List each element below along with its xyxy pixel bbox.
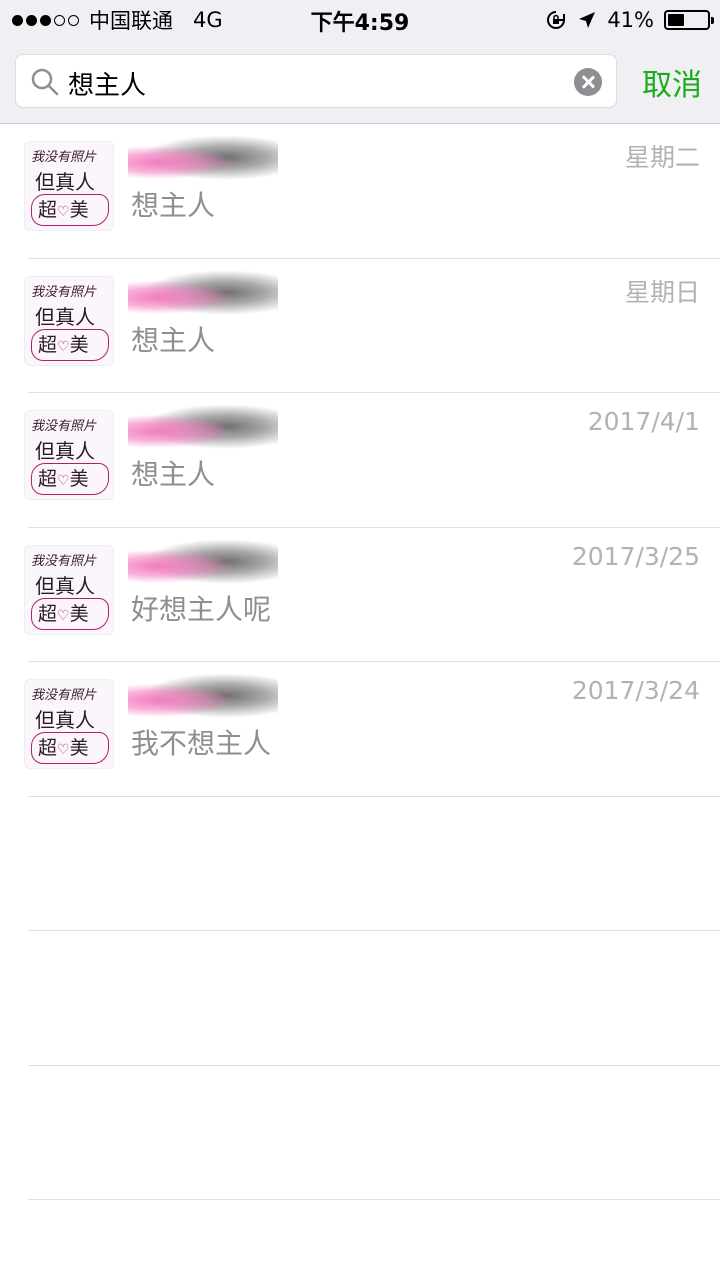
status-left: 中国联通 4G	[12, 6, 223, 34]
status-right: 41%	[545, 6, 714, 34]
result-row[interactable]: 我没有照片 但真人 超♡美 想主人 星期二	[0, 124, 720, 259]
message-date: 2017/3/25	[571, 541, 700, 571]
empty-list-row	[0, 931, 720, 1066]
search-input[interactable]: 想主人	[15, 54, 617, 108]
result-row[interactable]: 我没有照片 但真人 超♡美 好想主人呢 2017/3/25	[0, 528, 720, 662]
redacted-contact-name	[128, 136, 278, 184]
redacted-contact-name	[128, 405, 278, 453]
message-snippet: 我不想主人	[131, 727, 272, 760]
cancel-button[interactable]: 取消	[642, 60, 702, 104]
redacted-contact-name	[128, 270, 278, 319]
avatar: 我没有照片 但真人 超♡美	[24, 410, 114, 500]
redacted-contact-name	[128, 674, 278, 722]
avatar: 我没有照片 但真人 超♡美	[24, 544, 114, 635]
row-divider	[28, 1199, 720, 1200]
location-arrow-icon	[579, 12, 596, 28]
avatar: 我没有照片 但真人 超♡美	[24, 141, 114, 231]
clear-search-button[interactable]	[574, 68, 602, 96]
battery-icon	[664, 10, 714, 30]
message-date: 2017/3/24	[571, 676, 700, 705]
status-bar: 中国联通 4G 下午4:59 41%	[0, 0, 720, 40]
message-snippet: 想主人	[131, 323, 216, 357]
rotation-lock-icon	[547, 11, 566, 29]
message-snippet: 好想主人呢	[131, 592, 272, 626]
carrier-name: 中国联通	[89, 9, 173, 33]
message-date: 星期日	[624, 277, 700, 307]
search-header: 想主人 取消	[0, 40, 720, 124]
results-list: 我没有照片 但真人 超♡美 想主人 星期二 我没有照片 但真人 超♡美 想主人 …	[0, 124, 720, 1200]
redacted-contact-name	[128, 539, 278, 588]
result-row[interactable]: 我没有照片 但真人 超♡美 想主人 星期日	[0, 259, 720, 393]
result-row[interactable]: 我没有照片 但真人 超♡美 我不想主人 2017/3/24	[0, 662, 720, 797]
battery-percent: 41%	[607, 8, 654, 32]
empty-list-row	[0, 1066, 720, 1200]
avatar: 我没有照片 但真人 超♡美	[24, 679, 114, 769]
message-date: 2017/4/1	[587, 407, 700, 436]
network-type: 4G	[193, 8, 223, 32]
signal-strength-icon	[12, 14, 79, 26]
search-query: 想主人	[68, 71, 147, 101]
message-snippet: 想主人	[131, 458, 216, 491]
avatar: 我没有照片 但真人 超♡美	[24, 275, 114, 366]
result-row[interactable]: 我没有照片 但真人 超♡美 想主人 2017/4/1	[0, 393, 720, 528]
message-date: 星期二	[624, 143, 700, 172]
search-icon	[31, 68, 59, 96]
empty-list-row	[0, 797, 720, 931]
message-snippet: 想主人	[131, 189, 216, 222]
